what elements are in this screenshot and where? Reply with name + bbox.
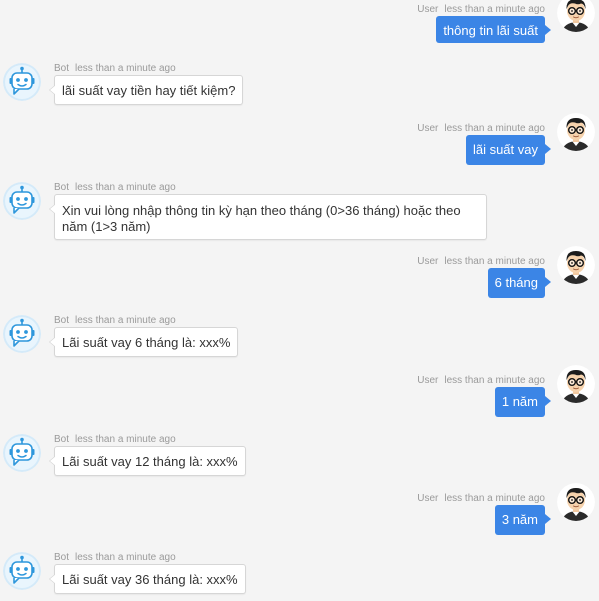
- message-bubble: lãi suất vay tiền hay tiết kiệm?: [48, 75, 244, 105]
- sender-name: User: [417, 375, 439, 386]
- message-time: less than a minute ago: [75, 434, 176, 445]
- man-with-glasses-graphic: [557, 0, 595, 32]
- message-time: less than a minute ago: [444, 375, 545, 386]
- message-time: less than a minute ago: [75, 315, 176, 326]
- message-bubble: thông tin lãi suất: [436, 16, 551, 43]
- message-bubble: lãi suất vay: [465, 135, 552, 165]
- message-meta: Bot less than a minute ago: [54, 182, 176, 194]
- sender-name: User: [417, 256, 439, 267]
- robot-icon-graphic: [3, 182, 41, 220]
- robot-icon: [3, 182, 41, 220]
- sender-name: User: [417, 4, 439, 15]
- message-bubble: Xin vui lòng nhập thông tin kỳ hạn theo …: [49, 194, 487, 240]
- message-bubble: Lãi suất vay 6 tháng là: xxx%: [48, 327, 239, 357]
- sender-name: Bot: [54, 552, 70, 563]
- chat-conversation: User less than a minute ago thông tin lãi…: [0, 0, 599, 601]
- man-with-glasses-graphic: [557, 483, 595, 521]
- message-bubble: 1 năm: [494, 387, 552, 417]
- robot-icon: [3, 552, 41, 590]
- message-time: less than a minute ago: [444, 4, 545, 15]
- message-meta: User less than a minute ago: [417, 256, 545, 268]
- man-with-glasses-icon: [557, 365, 595, 403]
- man-with-glasses-icon: [557, 246, 595, 284]
- man-with-glasses-icon: [557, 113, 595, 151]
- message-time: less than a minute ago: [75, 182, 176, 193]
- message-meta: User less than a minute ago: [417, 375, 545, 387]
- sender-name: Bot: [54, 315, 70, 326]
- sender-name: Bot: [54, 434, 70, 445]
- message-time: less than a minute ago: [75, 63, 176, 74]
- man-with-glasses-graphic: [557, 113, 595, 151]
- message-meta: User less than a minute ago: [417, 123, 545, 135]
- robot-icon: [3, 315, 41, 353]
- message-bubble: Lãi suất vay 12 tháng là: xxx%: [49, 446, 246, 476]
- robot-icon-graphic: [3, 434, 41, 472]
- message-time: less than a minute ago: [444, 493, 545, 504]
- sender-name: User: [417, 493, 439, 504]
- robot-icon-graphic: [3, 552, 41, 590]
- man-with-glasses-icon: [557, 0, 595, 32]
- robot-icon: [3, 434, 41, 472]
- sender-name: Bot: [54, 182, 70, 193]
- message-meta: Bot less than a minute ago: [54, 434, 176, 446]
- man-with-glasses-graphic: [557, 365, 595, 403]
- man-with-glasses-icon: [557, 483, 595, 521]
- message-meta: User less than a minute ago: [417, 4, 545, 16]
- message-meta: Bot less than a minute ago: [54, 315, 176, 327]
- message-meta: User less than a minute ago: [417, 493, 545, 505]
- message-meta: Bot less than a minute ago: [54, 552, 176, 564]
- message-time: less than a minute ago: [75, 552, 176, 563]
- robot-icon-graphic: [3, 315, 41, 353]
- message-bubble: 6 tháng: [487, 268, 552, 298]
- message-bubble: Lãi suất vay 36 tháng là: xxx%: [49, 564, 246, 594]
- message-time: less than a minute ago: [444, 123, 545, 134]
- sender-name: User: [417, 123, 439, 134]
- message-meta: Bot less than a minute ago: [54, 63, 176, 75]
- man-with-glasses-graphic: [557, 246, 595, 284]
- robot-icon: [3, 63, 41, 101]
- message-bubble: 3 năm: [494, 505, 552, 535]
- message-time: less than a minute ago: [444, 256, 545, 267]
- robot-icon-graphic: [3, 63, 41, 101]
- sender-name: Bot: [54, 63, 70, 74]
